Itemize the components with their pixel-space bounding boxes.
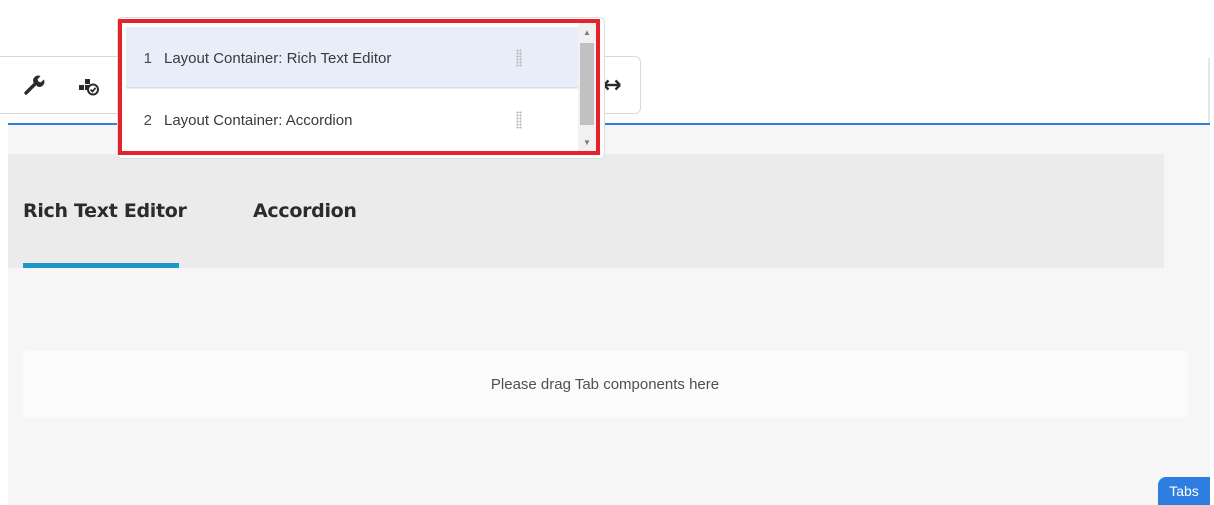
active-tab-indicator [23,263,179,268]
drop-zone-text: Please drag Tab components here [490,376,720,393]
panel-item-number: 1 [143,49,152,67]
tab-accordion[interactable]: Accordion [253,200,357,222]
panel-divider [126,87,578,88]
component-drop-zone[interactable]: Please drag Tab components here [22,351,1188,418]
wrench-icon[interactable] [18,69,50,101]
component-label: Tabs [1169,483,1199,499]
scroll-down-arrow-icon[interactable]: ▼ [578,135,596,149]
tab-rich-text-editor[interactable]: Rich Text Editor [23,200,187,222]
drag-handle-icon[interactable] [516,111,522,129]
panel-item-1[interactable]: 1 Layout Container: Rich Text Editor [126,27,578,89]
panel-item-number: 2 [143,111,152,129]
policy-icon[interactable] [72,69,104,101]
panel-selector-list: 1 Layout Container: Rich Text Editor 2 L… [118,19,600,155]
drag-handle-icon[interactable] [516,49,522,67]
panel-item-2[interactable]: 2 Layout Container: Accordion [126,89,578,151]
scrollbar-thumb[interactable] [580,43,594,125]
panel-item-label: Layout Container: Accordion [164,111,353,129]
scroll-up-arrow-icon[interactable]: ▲ [578,25,596,39]
panel-item-label: Layout Container: Rich Text Editor [164,49,392,67]
component-label-badge: Tabs [1158,477,1210,505]
